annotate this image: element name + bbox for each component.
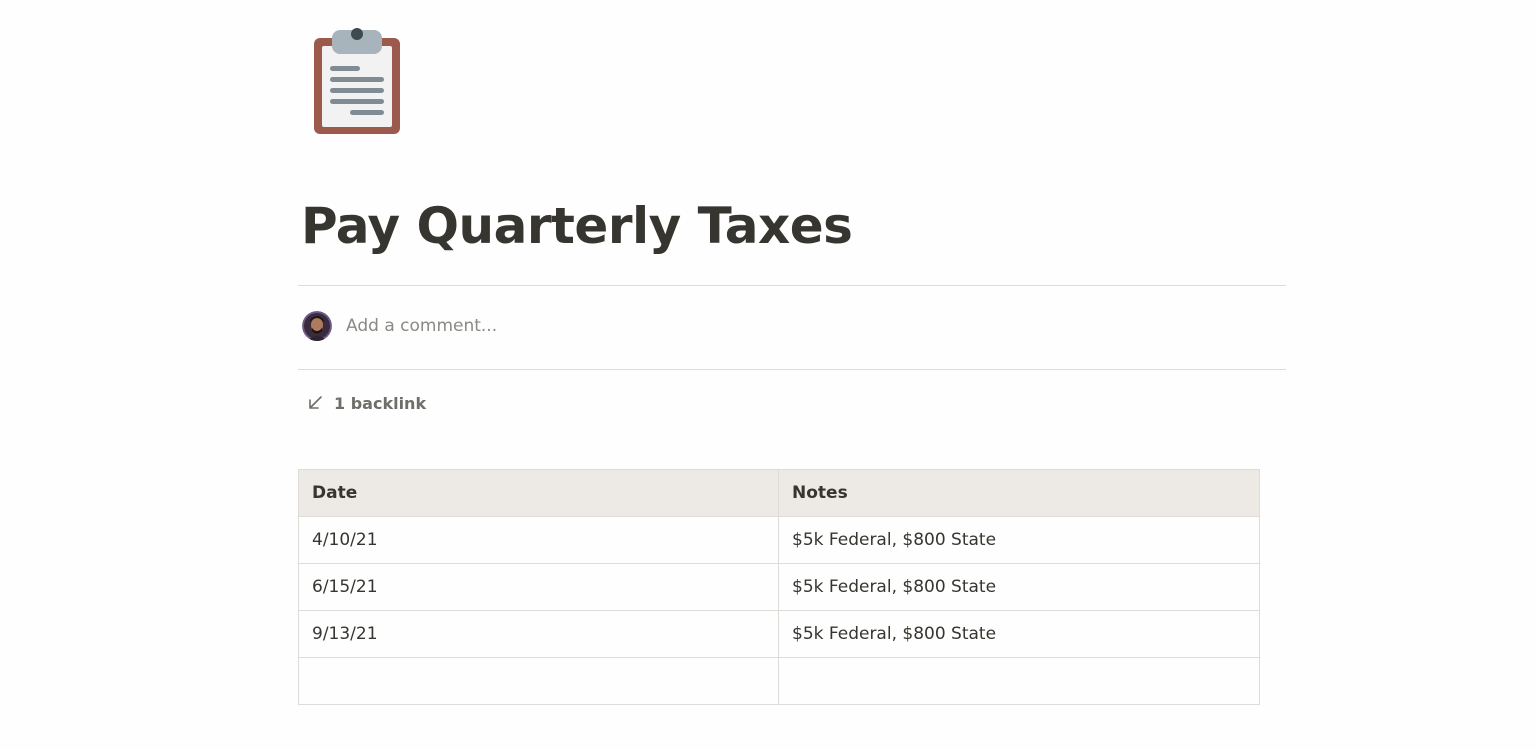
clipboard-icon[interactable] (306, 22, 406, 138)
divider (298, 285, 1286, 286)
cell-notes[interactable]: $5k Federal, $800 State (778, 610, 1260, 658)
table-row: 9/13/21 $5k Federal, $800 State (298, 610, 1260, 658)
cell-notes[interactable]: $5k Federal, $800 State (778, 563, 1260, 611)
column-header-date[interactable]: Date (298, 469, 779, 517)
cell-date[interactable] (298, 657, 779, 705)
table-header-row: Date Notes (298, 469, 1260, 517)
page-title[interactable]: Pay Quarterly Taxes (301, 190, 853, 262)
arrow-down-left-icon (306, 394, 324, 412)
cell-date[interactable]: 9/13/21 (298, 610, 779, 658)
user-avatar (302, 311, 332, 341)
comment-input[interactable] (346, 316, 946, 336)
data-table: Date Notes 4/10/21 $5k Federal, $800 Sta… (298, 469, 1260, 705)
cell-date[interactable]: 6/15/21 (298, 563, 779, 611)
cell-date[interactable]: 4/10/21 (298, 516, 779, 564)
table-row: 6/15/21 $5k Federal, $800 State (298, 563, 1260, 611)
comment-row (302, 310, 946, 342)
page: Pay Quarterly Taxes 1 backlink (0, 0, 1536, 749)
table-row: 4/10/21 $5k Federal, $800 State (298, 516, 1260, 564)
column-header-notes[interactable]: Notes (778, 469, 1260, 517)
table-row (298, 657, 1260, 705)
cell-notes[interactable]: $5k Federal, $800 State (778, 516, 1260, 564)
cell-notes[interactable] (778, 657, 1260, 705)
backlinks-toggle[interactable]: 1 backlink (306, 390, 426, 416)
backlinks-label: 1 backlink (334, 393, 427, 413)
divider (298, 369, 1286, 370)
